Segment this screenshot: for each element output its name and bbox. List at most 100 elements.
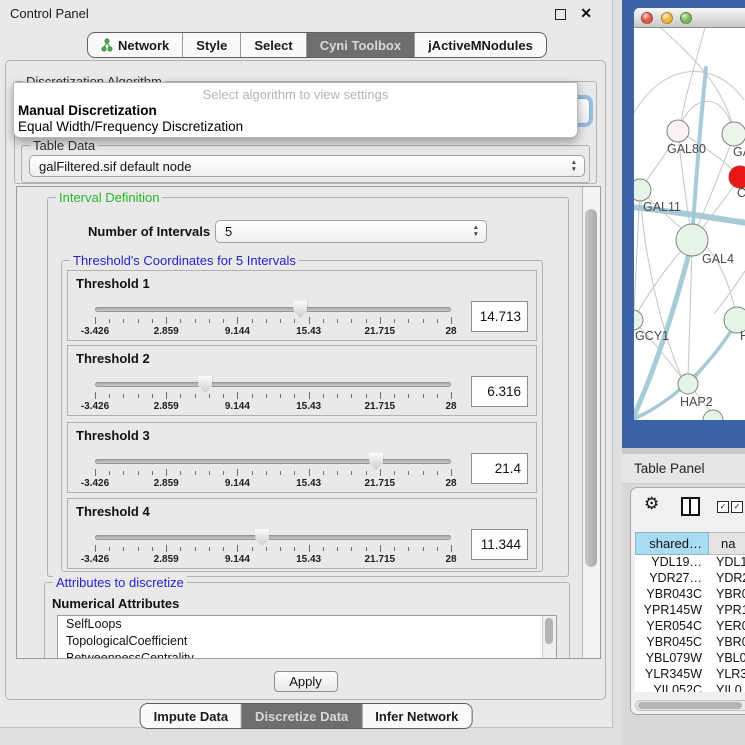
tick-label: -3.426 xyxy=(81,478,109,489)
tab-style[interactable]: Style xyxy=(183,33,241,57)
settings-scrollbar-thumb[interactable] xyxy=(585,209,597,567)
table-row[interactable]: YIL052CYIL0 xyxy=(635,683,745,692)
minimize-traffic-light-icon[interactable] xyxy=(661,12,673,24)
slider-track[interactable] xyxy=(95,307,451,312)
network-node-c[interactable] xyxy=(729,166,745,188)
slider-thumb[interactable] xyxy=(369,453,383,470)
table-row[interactable]: YDR27…YDR2 xyxy=(635,571,745,587)
float-window-icon[interactable] xyxy=(555,9,566,20)
threshold-value-field[interactable]: 21.4 xyxy=(471,453,528,484)
algorithm-option-equal-width-frequency-discretization[interactable]: Equal Width/Frequency Discretization xyxy=(14,119,577,135)
tick-mark xyxy=(209,547,210,551)
slider-track[interactable] xyxy=(95,459,451,464)
tick-mark xyxy=(323,319,324,323)
tick-mark xyxy=(95,545,96,552)
checkbox-icon[interactable]: ✓ xyxy=(731,501,743,513)
slider-thumb[interactable] xyxy=(255,529,269,546)
network-node-gal11[interactable] xyxy=(634,179,651,201)
network-node-partial[interactable] xyxy=(703,410,723,420)
slider-thumb[interactable] xyxy=(198,376,212,393)
thresholds-group: Threshold's Coordinates for 5 Intervals … xyxy=(61,260,543,572)
threshold-slider[interactable]: -3.4262.8599.14415.4321.71528 xyxy=(95,299,451,339)
algorithm-dropdown-placeholder: Select algorithm to view settings xyxy=(14,83,577,103)
threshold-value-field[interactable]: 11.344 xyxy=(471,529,528,560)
slider-track[interactable] xyxy=(95,535,451,540)
tick-mark xyxy=(351,319,352,323)
table-row[interactable]: YPR145WYPR1 xyxy=(635,603,745,619)
tick-mark xyxy=(223,547,224,551)
tick-mark xyxy=(195,394,196,398)
network-canvas[interactable]: GAL80GACGAL11GAL4GCY1HHAP2 xyxy=(634,28,745,420)
threshold-label: Threshold 3 xyxy=(76,428,150,443)
attribute-item-betweennesscentrality[interactable]: BetweennessCentrality xyxy=(58,650,556,659)
number-of-intervals-spinner[interactable]: 5 ▲▼ xyxy=(215,220,487,243)
table-row[interactable]: YBL079WYBL0 xyxy=(635,651,745,667)
threshold-slider[interactable]: -3.4262.8599.14415.4321.71528 xyxy=(95,527,451,567)
table-row[interactable]: YLR345WYLR3 xyxy=(635,667,745,683)
network-edge[interactable] xyxy=(634,190,640,408)
attribute-item-topologicalcoefficient[interactable]: TopologicalCoefficient xyxy=(58,633,556,650)
close-icon[interactable]: ✕ xyxy=(580,5,592,21)
tick-mark xyxy=(437,471,438,475)
tick-mark xyxy=(366,547,367,551)
network-edge[interactable] xyxy=(634,71,744,120)
gear-icon[interactable]: ⚙ xyxy=(644,494,659,514)
tab-select[interactable]: Select xyxy=(241,33,306,57)
tab-jactivemnodules[interactable]: jActiveMNodules xyxy=(415,33,546,57)
tick-mark xyxy=(423,547,424,551)
zoom-traffic-light-icon[interactable] xyxy=(680,12,692,24)
tick-mark xyxy=(309,392,310,399)
table-data-combobox-value: galFiltered.sif default node xyxy=(39,156,191,177)
network-node-gcy1[interactable] xyxy=(634,310,643,330)
cell-name: YER0 xyxy=(709,619,745,635)
numerical-attributes-list[interactable]: SelfLoopsTopologicalCoefficientBetweenne… xyxy=(57,615,557,659)
attribute-item-selfloops[interactable]: SelfLoops xyxy=(58,616,556,633)
tick-label: 15.43 xyxy=(296,478,321,489)
threshold-slider[interactable]: -3.4262.8599.14415.4321.71528 xyxy=(95,374,451,414)
network-window-titlebar[interactable] xyxy=(634,8,745,28)
tick-mark xyxy=(351,394,352,398)
attributes-list-scrollbar-thumb[interactable] xyxy=(545,618,553,644)
table-scrollbar-thumb[interactable] xyxy=(638,702,742,709)
tick-mark xyxy=(423,394,424,398)
table-row[interactable]: YBR043CYBR0 xyxy=(635,587,745,603)
columns-icon[interactable] xyxy=(681,497,700,516)
tick-mark xyxy=(337,547,338,551)
tab-impute-data[interactable]: Impute Data xyxy=(141,704,242,728)
attributes-list-scrollbar[interactable] xyxy=(542,616,556,659)
table-data-combobox[interactable]: galFiltered.sif default node ▲▼ xyxy=(29,155,585,177)
slider-thumb[interactable] xyxy=(293,301,307,318)
network-node-ga[interactable] xyxy=(722,122,745,146)
slider-track[interactable] xyxy=(95,382,451,387)
apply-button[interactable]: Apply xyxy=(274,671,338,692)
close-traffic-light-icon[interactable] xyxy=(641,12,653,24)
column-header-name[interactable]: na xyxy=(709,532,745,555)
table-row[interactable]: YDL19…YDL1 xyxy=(635,555,745,571)
tab-infer-network[interactable]: Infer Network xyxy=(362,704,471,728)
table-row[interactable]: YBR045CYBR0 xyxy=(635,635,745,651)
checkbox-icon[interactable]: ✓ xyxy=(717,501,729,513)
algorithm-option-manual-discretization[interactable]: Manual Discretization xyxy=(14,103,577,119)
column-header-shared-name[interactable]: shared… xyxy=(635,532,709,555)
network-node-hap2[interactable] xyxy=(678,374,698,394)
cell-name: YLR3 xyxy=(709,667,745,683)
network-node-gal80[interactable] xyxy=(667,120,689,142)
slider-ticks xyxy=(95,392,451,400)
tab-network[interactable]: Network xyxy=(88,33,183,57)
window-title: Control Panel xyxy=(10,6,89,21)
tick-mark xyxy=(152,394,153,398)
threshold-value-field[interactable]: 6.316 xyxy=(471,376,528,407)
tab-cyni-toolbox[interactable]: Cyni Toolbox xyxy=(307,33,415,57)
tick-mark xyxy=(237,545,238,552)
table-horizontal-scrollbar[interactable] xyxy=(635,700,745,711)
threshold-label: Threshold 4 xyxy=(76,504,150,519)
tick-label: 21.715 xyxy=(365,554,396,565)
tab-discretize-data[interactable]: Discretize Data xyxy=(242,704,362,728)
tick-mark xyxy=(138,319,139,323)
cell-name: YBR0 xyxy=(709,635,745,651)
threshold-value-field[interactable]: 14.713 xyxy=(471,301,528,332)
table-row[interactable]: YER054CYER0 xyxy=(635,619,745,635)
tick-mark xyxy=(209,319,210,323)
settings-vertical-scrollbar[interactable] xyxy=(582,187,600,658)
threshold-slider[interactable]: -3.4262.8599.14415.4321.71528 xyxy=(95,451,451,491)
